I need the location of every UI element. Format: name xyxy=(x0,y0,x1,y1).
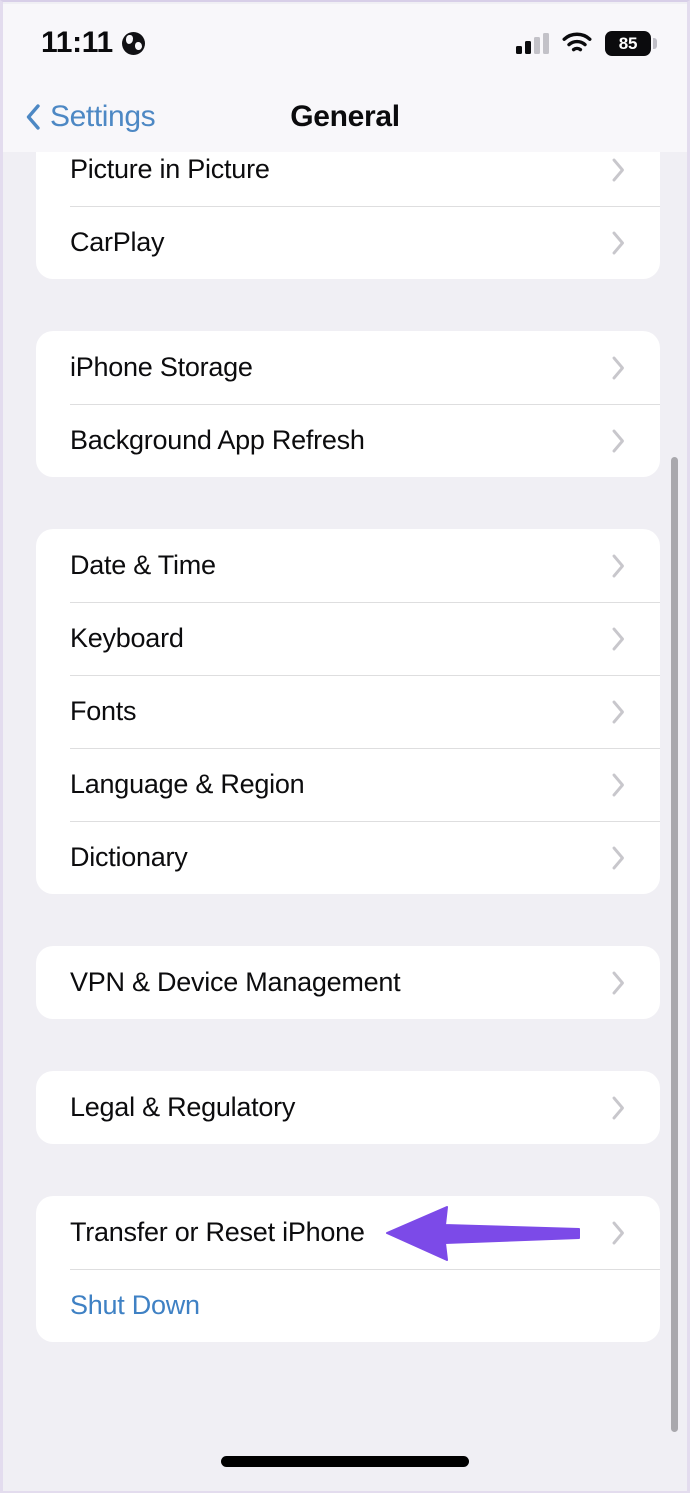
chevron-right-icon xyxy=(611,699,626,725)
list-item-label: Legal & Regulatory xyxy=(70,1092,296,1122)
settings-group-vpn-group: VPN & Device Management xyxy=(36,946,660,1019)
list-item-label: Date & Time xyxy=(70,550,216,580)
list-item[interactable]: CarPlay xyxy=(36,206,660,279)
home-indicator xyxy=(221,1456,469,1467)
chevron-right-icon xyxy=(611,970,626,996)
status-bar-clock: 11:11 xyxy=(41,26,113,59)
settings-group-storage-group: iPhone Storage Background App Refresh xyxy=(36,331,660,477)
settings-group-legal-group: Legal & Regulatory xyxy=(36,1071,660,1144)
list-item-label: CarPlay xyxy=(70,227,165,257)
list-item-label: Dictionary xyxy=(70,842,188,872)
list-item-label: VPN & Device Management xyxy=(70,967,401,997)
list-item-label: iPhone Storage xyxy=(70,352,253,382)
chevron-right-icon xyxy=(611,355,626,381)
list-item[interactable]: iPhone Storage xyxy=(36,331,660,404)
list-item-label: Transfer or Reset iPhone xyxy=(70,1217,365,1247)
list-item-label: Language & Region xyxy=(70,769,305,799)
status-bar: 11:11 85 xyxy=(3,4,687,82)
list-item-label: Keyboard xyxy=(70,623,184,653)
settings-group-reset-group: Transfer or Reset iPhone Shut Down xyxy=(36,1196,660,1342)
chevron-right-icon xyxy=(611,772,626,798)
list-item-label: Fonts xyxy=(70,696,137,726)
wifi-icon xyxy=(562,32,592,54)
list-item-label: Shut Down xyxy=(70,1290,200,1320)
cellular-signal-icon xyxy=(516,32,549,54)
iphone-screen: 11:11 85 Settings General Picture in Pic… xyxy=(0,0,690,1493)
list-item[interactable]: Picture in Picture xyxy=(36,152,660,206)
globe-icon xyxy=(121,31,145,55)
battery-icon: 85 xyxy=(605,30,657,56)
list-item[interactable]: Legal & Regulatory xyxy=(36,1071,660,1144)
settings-group-media-group: Picture in Picture CarPlay xyxy=(36,152,660,279)
chevron-right-icon xyxy=(611,1095,626,1121)
chevron-right-icon xyxy=(611,1220,626,1246)
navigation-bar: Settings General xyxy=(3,82,687,153)
list-item[interactable]: Dictionary xyxy=(36,821,660,894)
chevron-right-icon xyxy=(611,157,626,183)
list-item[interactable]: Language & Region xyxy=(36,748,660,821)
list-item[interactable]: Keyboard xyxy=(36,602,660,675)
battery-percent-label: 85 xyxy=(618,33,638,53)
list-item-label: Picture in Picture xyxy=(70,154,270,184)
chevron-right-icon xyxy=(611,845,626,871)
page-title: General xyxy=(290,100,400,133)
vertical-scroll-indicator[interactable] xyxy=(671,457,678,1432)
list-item[interactable]: Fonts xyxy=(36,675,660,748)
chevron-right-icon xyxy=(611,230,626,256)
status-bar-right: 85 xyxy=(516,30,657,56)
settings-list[interactable]: Picture in Picture CarPlay iPhone Storage B… xyxy=(3,152,687,1491)
list-item-label: Background App Refresh xyxy=(70,425,365,455)
settings-group-localization-group: Date & Time Keyboard Fonts Language & Regio… xyxy=(36,529,660,894)
list-item[interactable]: VPN & Device Management xyxy=(36,946,660,1019)
status-bar-left: 11:11 xyxy=(41,28,145,58)
battery-cap xyxy=(653,37,657,49)
chevron-right-icon xyxy=(611,553,626,579)
list-item[interactable]: Shut Down xyxy=(36,1269,660,1342)
list-item[interactable]: Background App Refresh xyxy=(36,404,660,477)
list-item[interactable]: Date & Time xyxy=(36,529,660,602)
chevron-right-icon xyxy=(611,626,626,652)
list-item[interactable]: Transfer or Reset iPhone xyxy=(36,1196,660,1269)
chevron-right-icon xyxy=(611,428,626,454)
